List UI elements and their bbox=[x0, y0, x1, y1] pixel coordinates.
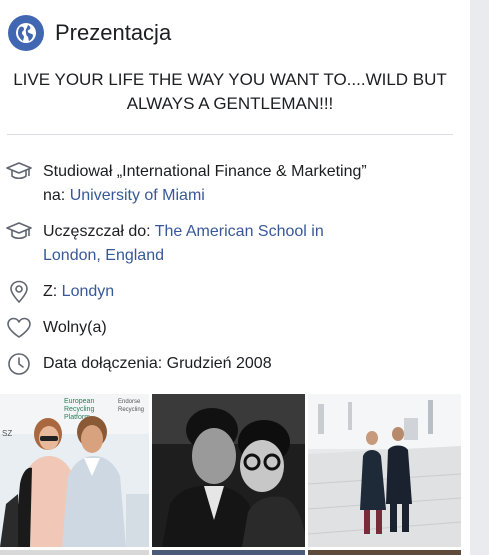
graduation-cap-icon bbox=[6, 220, 32, 244]
bio-text: LIVE YOUR LIFE THE WAY YOU WANT TO....WI… bbox=[13, 70, 447, 113]
info-row-education: Studiował „International Finance & Marke… bbox=[6, 160, 446, 208]
info-row-location: Z: Londyn bbox=[6, 280, 446, 304]
education-prefix: Studiował „International Finance & Marke… bbox=[43, 163, 367, 180]
section-header: Prezentacja bbox=[8, 15, 171, 51]
school-link-line2[interactable]: London, England bbox=[43, 244, 324, 268]
photo-thumbnail-edge bbox=[308, 550, 461, 555]
education-text: Studiował „International Finance & Marke… bbox=[43, 160, 367, 208]
globe-icon bbox=[8, 15, 44, 51]
location-pin-icon bbox=[6, 280, 32, 304]
school-text: Uczęszczał do: The American School in Lo… bbox=[43, 220, 324, 268]
photo-thumbnail[interactable]: European Recycling Platform Endorse Recy… bbox=[0, 394, 149, 547]
sign-text: SZ bbox=[2, 429, 12, 438]
photo-thumbnail-edge bbox=[152, 550, 305, 555]
photo-grid: European Recycling Platform Endorse Recy… bbox=[0, 394, 470, 555]
university-link[interactable]: University of Miami bbox=[70, 187, 205, 204]
location-text: Z: Londyn bbox=[43, 280, 114, 304]
photo-thumbnail[interactable] bbox=[152, 394, 305, 547]
info-row-school: Uczęszczał do: The American School in Lo… bbox=[6, 220, 446, 268]
location-prefix: Z: bbox=[43, 283, 58, 300]
school-link[interactable]: The American School in bbox=[155, 223, 324, 240]
sign-text: Recycling bbox=[118, 407, 144, 413]
school-prefix: Uczęszczał do: bbox=[43, 223, 151, 240]
sign-text: Recycling bbox=[64, 406, 94, 413]
page-background bbox=[470, 0, 489, 555]
sign-text: European bbox=[64, 398, 94, 405]
photo-thumbnail-edge bbox=[0, 550, 149, 555]
info-row-relationship: Wolny(a) bbox=[6, 316, 446, 340]
graduation-cap-icon bbox=[6, 160, 32, 184]
sign-text: Endorse bbox=[118, 399, 141, 405]
relationship-text: Wolny(a) bbox=[43, 319, 107, 336]
location-link[interactable]: Londyn bbox=[62, 283, 115, 300]
divider bbox=[7, 134, 453, 135]
intro-card: Prezentacja LIVE YOUR LIFE THE WAY YOU W… bbox=[0, 0, 470, 555]
clock-icon bbox=[6, 352, 32, 376]
education-prefix2: na: bbox=[43, 187, 66, 204]
section-title: Prezentacja bbox=[55, 20, 172, 45]
photo-thumbnail[interactable] bbox=[308, 394, 461, 547]
heart-icon bbox=[6, 316, 32, 340]
joined-text: Data dołączenia: Grudzień 2008 bbox=[43, 355, 272, 372]
info-row-joined: Data dołączenia: Grudzień 2008 bbox=[6, 352, 446, 376]
